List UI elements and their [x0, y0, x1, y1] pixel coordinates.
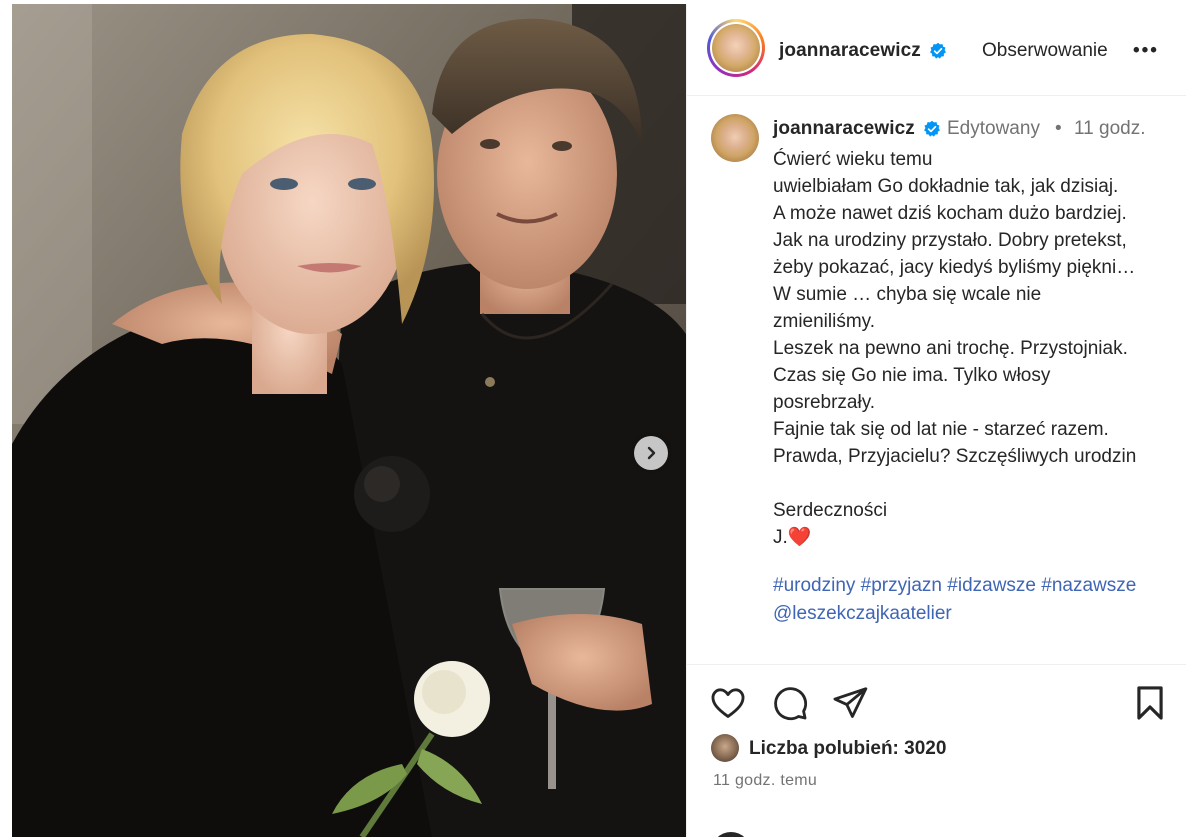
caption-line: Ćwierć wieku temu: [773, 149, 933, 170]
caption-signature-line: J.❤️: [773, 524, 1173, 551]
caption-line: W sumie … chyba się wcale nie: [773, 284, 1042, 305]
author-username[interactable]: joannaracewicz: [779, 40, 921, 62]
comment-avatar-partial: [711, 832, 751, 837]
caption-line: Fajnie tak się od lat nie - starzeć raze…: [773, 419, 1109, 440]
post-actions: [687, 684, 1186, 724]
page-gutter: [0, 0, 12, 837]
caption-line: Czas się Go nie ima. Tylko włosy: [773, 365, 1051, 386]
bookmark-icon[interactable]: [1131, 684, 1169, 722]
caption-line: Serdeczności: [773, 500, 888, 521]
post-timestamp[interactable]: 11 godz. temu: [713, 772, 817, 790]
post-header: joannaracewicz Obserwowanie •••: [687, 4, 1186, 96]
caption-line: posrebrzały.: [773, 392, 876, 413]
mention-link[interactable]: @leszekczajkaatelier: [773, 603, 952, 624]
actions-divider: [687, 664, 1186, 665]
caption-line: uwielbiałam Go dokładnie tak, jak dzisia…: [773, 176, 1119, 197]
next-image-button[interactable]: [634, 436, 668, 470]
caption-line: [773, 470, 1173, 497]
post-hashtags: #urodziny #przyjazn #idzawsze #nazawsze …: [773, 572, 1136, 628]
comment-icon[interactable]: [771, 684, 809, 722]
hashtag-link[interactable]: #idzawsze: [947, 575, 1036, 596]
heart-emoji: ❤️: [787, 527, 812, 548]
following-button[interactable]: Obserwowanie: [982, 40, 1108, 62]
caption-line: żeby pokazać, jacy kiedyś byliśmy piękni…: [773, 257, 1136, 278]
caption-line: Jak na urodziny przystało. Dobry preteks…: [773, 230, 1127, 251]
verified-badge-icon: [930, 42, 946, 59]
meta-dot: •: [1055, 118, 1062, 139]
photo-illustration: [12, 4, 686, 837]
likes-count[interactable]: Liczba polubień: 3020: [749, 738, 946, 760]
heart-icon[interactable]: [709, 684, 747, 722]
caption-line: A może nawet dziś kocham dużo bardziej.: [773, 203, 1127, 224]
caption-line: zmieniliśmy.: [773, 311, 876, 332]
post-side-panel: joannaracewicz Obserwowanie ••• joannara…: [686, 4, 1186, 837]
caption-line: Leszek na pewno ani trochę. Przystojniak…: [773, 338, 1128, 359]
caption-line: Prawda, Przyjacielu? Szczęśliwych urodzi…: [773, 446, 1137, 467]
hashtag-link[interactable]: #przyjazn: [861, 575, 942, 596]
edited-label: Edytowany: [947, 118, 1040, 139]
liker-avatar: [711, 734, 739, 762]
hashtag-link[interactable]: #urodziny: [773, 575, 855, 596]
chevron-right-icon: [647, 446, 656, 460]
caption-author-username[interactable]: joannaracewicz: [773, 118, 915, 140]
verified-badge-icon: [924, 120, 940, 137]
post-time[interactable]: 11 godz.: [1074, 118, 1145, 140]
author-avatar[interactable]: [707, 19, 765, 77]
more-options-button[interactable]: •••: [1133, 40, 1159, 62]
caption-signature: J.: [773, 527, 788, 548]
hashtag-link[interactable]: #nazawsze: [1041, 575, 1136, 596]
post-photo[interactable]: [12, 4, 686, 837]
send-icon[interactable]: [831, 684, 869, 722]
caption-author-avatar[interactable]: [711, 114, 759, 162]
post-caption: Ćwierć wieku temu uwielbiałam Go dokładn…: [773, 146, 1173, 551]
